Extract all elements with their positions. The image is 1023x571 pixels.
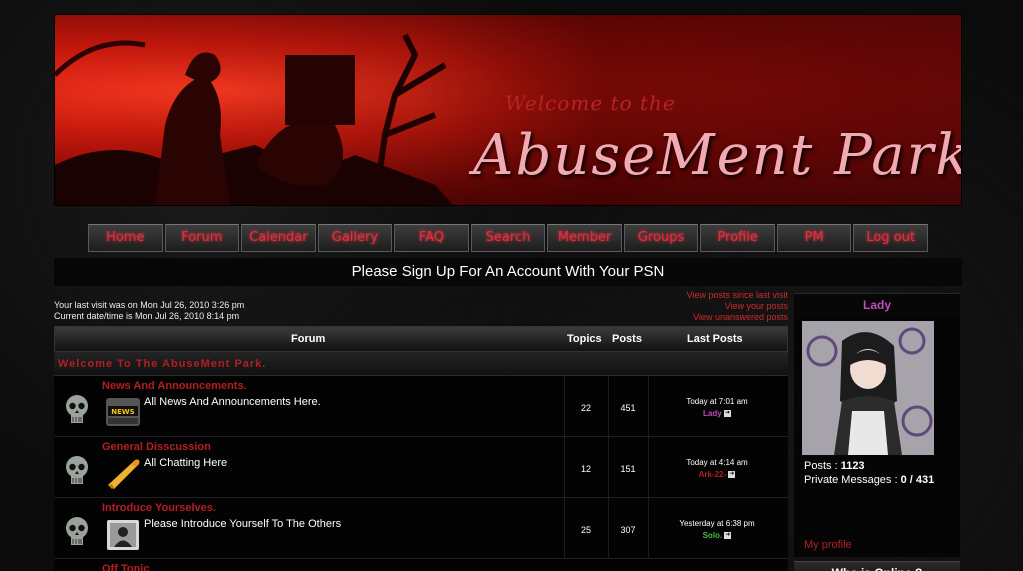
user-sidebar: Lady Posts : 1123 Private Messages : 0 / — [794, 293, 960, 571]
posts-count: 151 — [620, 464, 636, 474]
column-divider — [648, 376, 649, 436]
last-visit-text: Your last visit was on Mon Jul 26, 2010 … — [54, 300, 245, 310]
view-unanswered-posts-link[interactable]: View unanswered posts — [634, 312, 788, 323]
forum-title-link[interactable]: General Disscussion — [102, 441, 211, 453]
nav-forum[interactable]: Forum — [164, 224, 240, 252]
who-is-online-header: Who is Online ? — [794, 561, 960, 571]
header-forum: Forum — [291, 333, 326, 345]
view-your-posts-link[interactable]: View your posts — [634, 301, 788, 312]
column-divider — [648, 498, 649, 558]
pm-label: Private Messages : — [804, 474, 898, 486]
posts-count: 451 — [620, 403, 636, 413]
signup-notice: Please Sign Up For An Account With Your … — [54, 258, 962, 286]
forum-row: General Disscussion All Chatting Here 12… — [54, 437, 788, 498]
nav-gallery[interactable]: Gallery — [317, 224, 393, 252]
view-links: View posts since last visit View your po… — [634, 290, 788, 323]
posts-value: 1123 — [840, 460, 865, 472]
header-topics: Topics — [567, 333, 602, 345]
skull-icon — [66, 456, 88, 484]
forum-title-link[interactable]: Off Topic — [102, 563, 149, 571]
news-icon: NEWS — [106, 398, 140, 426]
last-post-time: Today at 4:14 am — [686, 458, 748, 467]
nav-home[interactable]: Home — [88, 224, 163, 252]
view-posts-since-last-visit-link[interactable]: View posts since last visit — [634, 290, 788, 301]
megaphone-icon — [108, 459, 140, 490]
forum-row: Introduce Yourselves. Please Introduce Y… — [54, 498, 788, 559]
nav-search[interactable]: Search — [470, 224, 546, 252]
last-post-time: Yesterday at 6:38 pm — [679, 519, 755, 528]
nav-faq[interactable]: FAQ — [394, 224, 469, 252]
avatar-image — [802, 321, 934, 455]
posts-count: 307 — [620, 525, 636, 535]
last-post-user-link[interactable]: Lady — [703, 409, 722, 418]
forum-title-link[interactable]: Introduce Yourselves. — [102, 502, 216, 514]
avatar[interactable] — [802, 321, 934, 455]
nav-pm[interactable]: PM — [776, 224, 852, 252]
pm-value: 0 / 431 — [900, 474, 935, 486]
forum-table-header: Forum Topics Posts Last Posts — [54, 326, 788, 352]
nav-member[interactable]: Member — [547, 224, 622, 252]
last-post-info: Today at 7:01 am Lady ➜ — [652, 396, 782, 420]
column-divider — [564, 498, 565, 558]
go-to-post-icon[interactable]: ➜ — [724, 532, 732, 540]
forum-description: Please Introduce Yourself To The Others — [144, 518, 342, 530]
nav-calendar[interactable]: Calendar — [241, 224, 316, 252]
page-wrapper: Welcome to the AbuseMent Park Home Forum… — [54, 14, 962, 571]
last-post-info: Today at 4:14 am Ark-22- ➜ — [652, 457, 782, 481]
banner-welcome: Welcome to the — [505, 91, 676, 115]
user-folder-icon — [107, 520, 139, 550]
forum-title-link[interactable]: News And Announcements. — [102, 380, 247, 392]
visit-info: Your last visit was on Mon Jul 26, 2010 … — [54, 300, 244, 322]
header-last-posts: Last Posts — [687, 333, 743, 345]
topics-count: 25 — [580, 525, 591, 535]
last-post-user-link[interactable]: Solo. — [703, 531, 723, 540]
last-post-info: Yesterday at 6:38 pm Solo. ➜ — [652, 518, 782, 542]
nav-profile[interactable]: Profile — [700, 224, 775, 252]
nav-groups[interactable]: Groups — [623, 224, 699, 252]
go-to-post-icon[interactable]: ➜ — [723, 410, 731, 418]
topics-count: 22 — [580, 403, 591, 413]
sidebar-username[interactable]: Lady — [794, 293, 960, 315]
current-time-text: Current date/time is Mon Jul 26, 2010 8:… — [54, 311, 240, 321]
column-divider — [564, 437, 565, 497]
forum-row: News And Announcements. NEWS All News An… — [54, 376, 788, 437]
nav-logout[interactable]: Log out — [853, 224, 929, 252]
header-posts: Posts — [612, 333, 642, 345]
forum-row-partial: Off Topic — [54, 559, 788, 571]
last-post-user-link[interactable]: Ark-22- — [699, 470, 727, 479]
svg-text:NEWS: NEWS — [111, 408, 134, 416]
user-stats: Posts : 1123 Private Messages : 0 / 431 — [804, 459, 954, 487]
column-divider — [564, 376, 565, 436]
skull-icon — [66, 395, 88, 423]
main-nav: Home Forum Calendar Gallery FAQ Search M… — [88, 224, 929, 254]
topics-count: 12 — [580, 464, 591, 474]
my-profile-link[interactable]: My profile — [804, 539, 852, 551]
posts-label: Posts : — [804, 460, 838, 472]
go-to-post-icon[interactable]: ➜ — [728, 471, 736, 479]
forum-description: All News And Announcements Here. — [144, 396, 321, 408]
last-post-time: Today at 7:01 am — [686, 397, 748, 406]
forum-table: Forum Topics Posts Last Posts Welcome To… — [54, 326, 788, 571]
banner-title: AbuseMent Park — [473, 123, 962, 188]
sidebar-body: Posts : 1123 Private Messages : 0 / 431 … — [794, 315, 960, 557]
category-title[interactable]: Welcome To The AbuseMent Park. — [54, 352, 788, 376]
skull-icon — [66, 517, 88, 545]
column-divider — [648, 437, 649, 497]
forum-description: All Chatting Here — [144, 457, 228, 469]
header-banner: Welcome to the AbuseMent Park — [54, 14, 962, 206]
